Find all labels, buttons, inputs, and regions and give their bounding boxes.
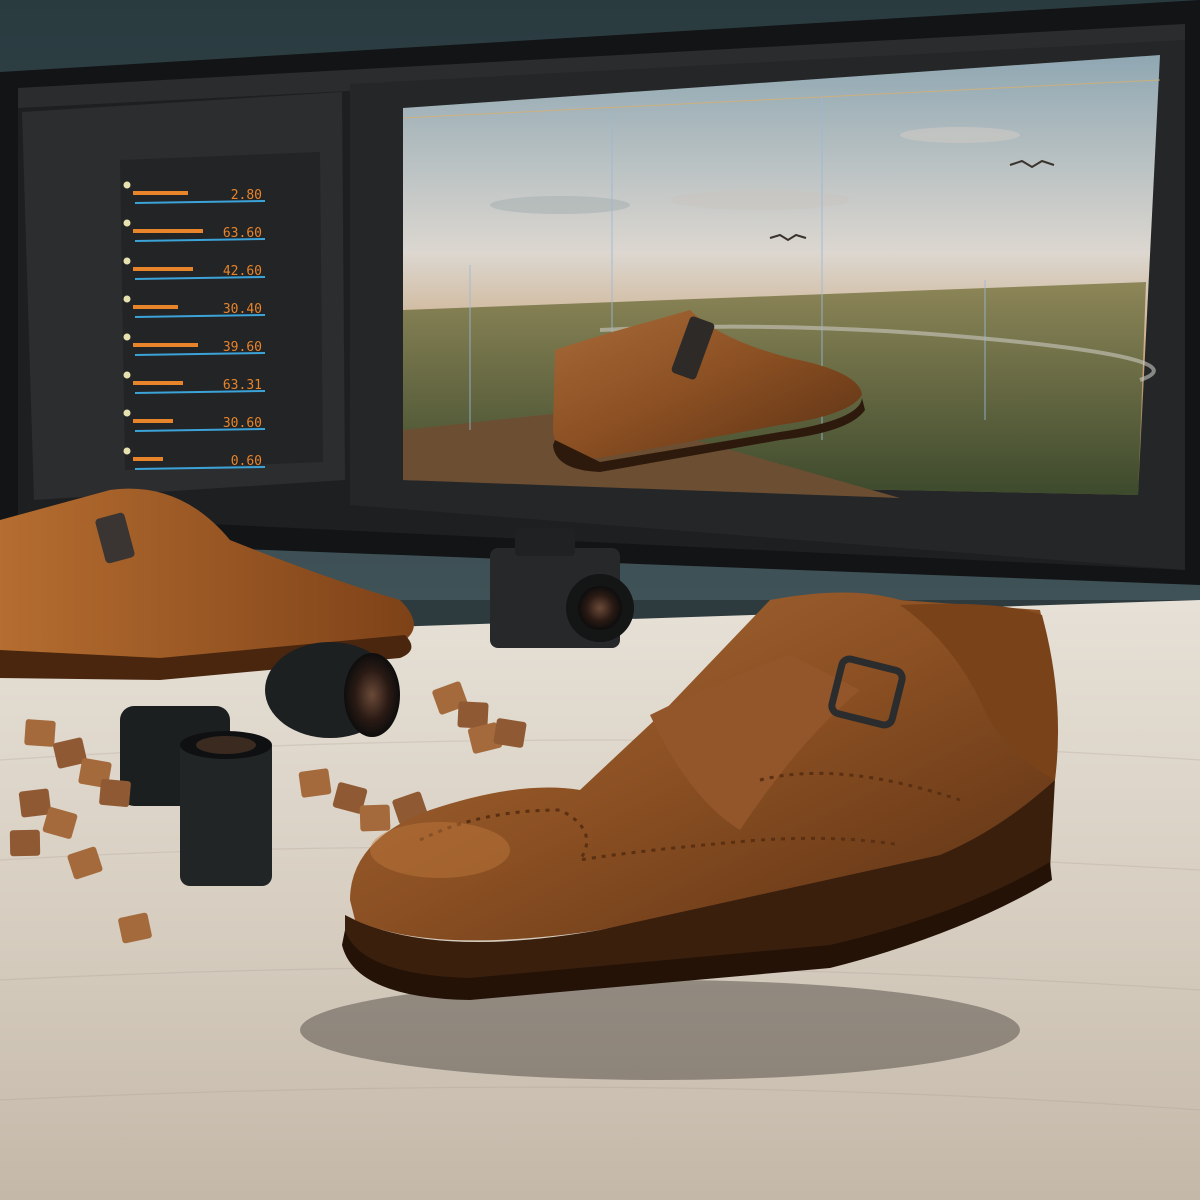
slider-knob[interactable] [123,371,131,379]
slider-knob[interactable] [123,409,131,417]
wooden-block [298,768,332,798]
slider-knob[interactable] [123,447,131,455]
adjustment-panel: 2.80 63.60 42.60 30.40 39.60 63.31 30.60 0.60 [22,92,345,500]
lens-icon [265,642,400,738]
slider-fill [133,229,203,233]
slider-knob[interactable] [123,219,131,227]
wooden-block [99,778,131,808]
wooden-block [18,788,52,818]
panel-value: 30.60 [223,416,262,431]
preview-panel [350,40,1185,570]
panel-value: 39.60 [223,340,262,355]
panel-value: 2.80 [231,188,262,203]
slider-fill [133,457,163,461]
panel-value: 63.31 [223,378,262,393]
wooden-block [9,829,41,857]
slider-fill [133,419,173,423]
panel-value: 0.60 [231,454,262,469]
panel-value: 30.40 [223,302,262,317]
slider-knob[interactable] [123,333,131,341]
slider-knob[interactable] [123,181,131,189]
wooden-block [359,804,391,832]
wooden-block [24,719,56,747]
panel-value: 63.60 [223,226,262,241]
slider-fill [133,191,188,195]
wooden-block [493,718,527,748]
wooden-block [457,701,489,729]
slider-fill [133,305,178,309]
slider-fill [133,381,183,385]
slider-fill [133,267,193,271]
slider-fill [133,343,198,347]
photo-scene: 2.80 63.60 42.60 30.40 39.60 63.31 30.60 0.60 [0,0,1200,1200]
panel-value: 42.60 [223,264,262,279]
slider-knob[interactable] [123,257,131,265]
slider-knob[interactable] [123,295,131,303]
